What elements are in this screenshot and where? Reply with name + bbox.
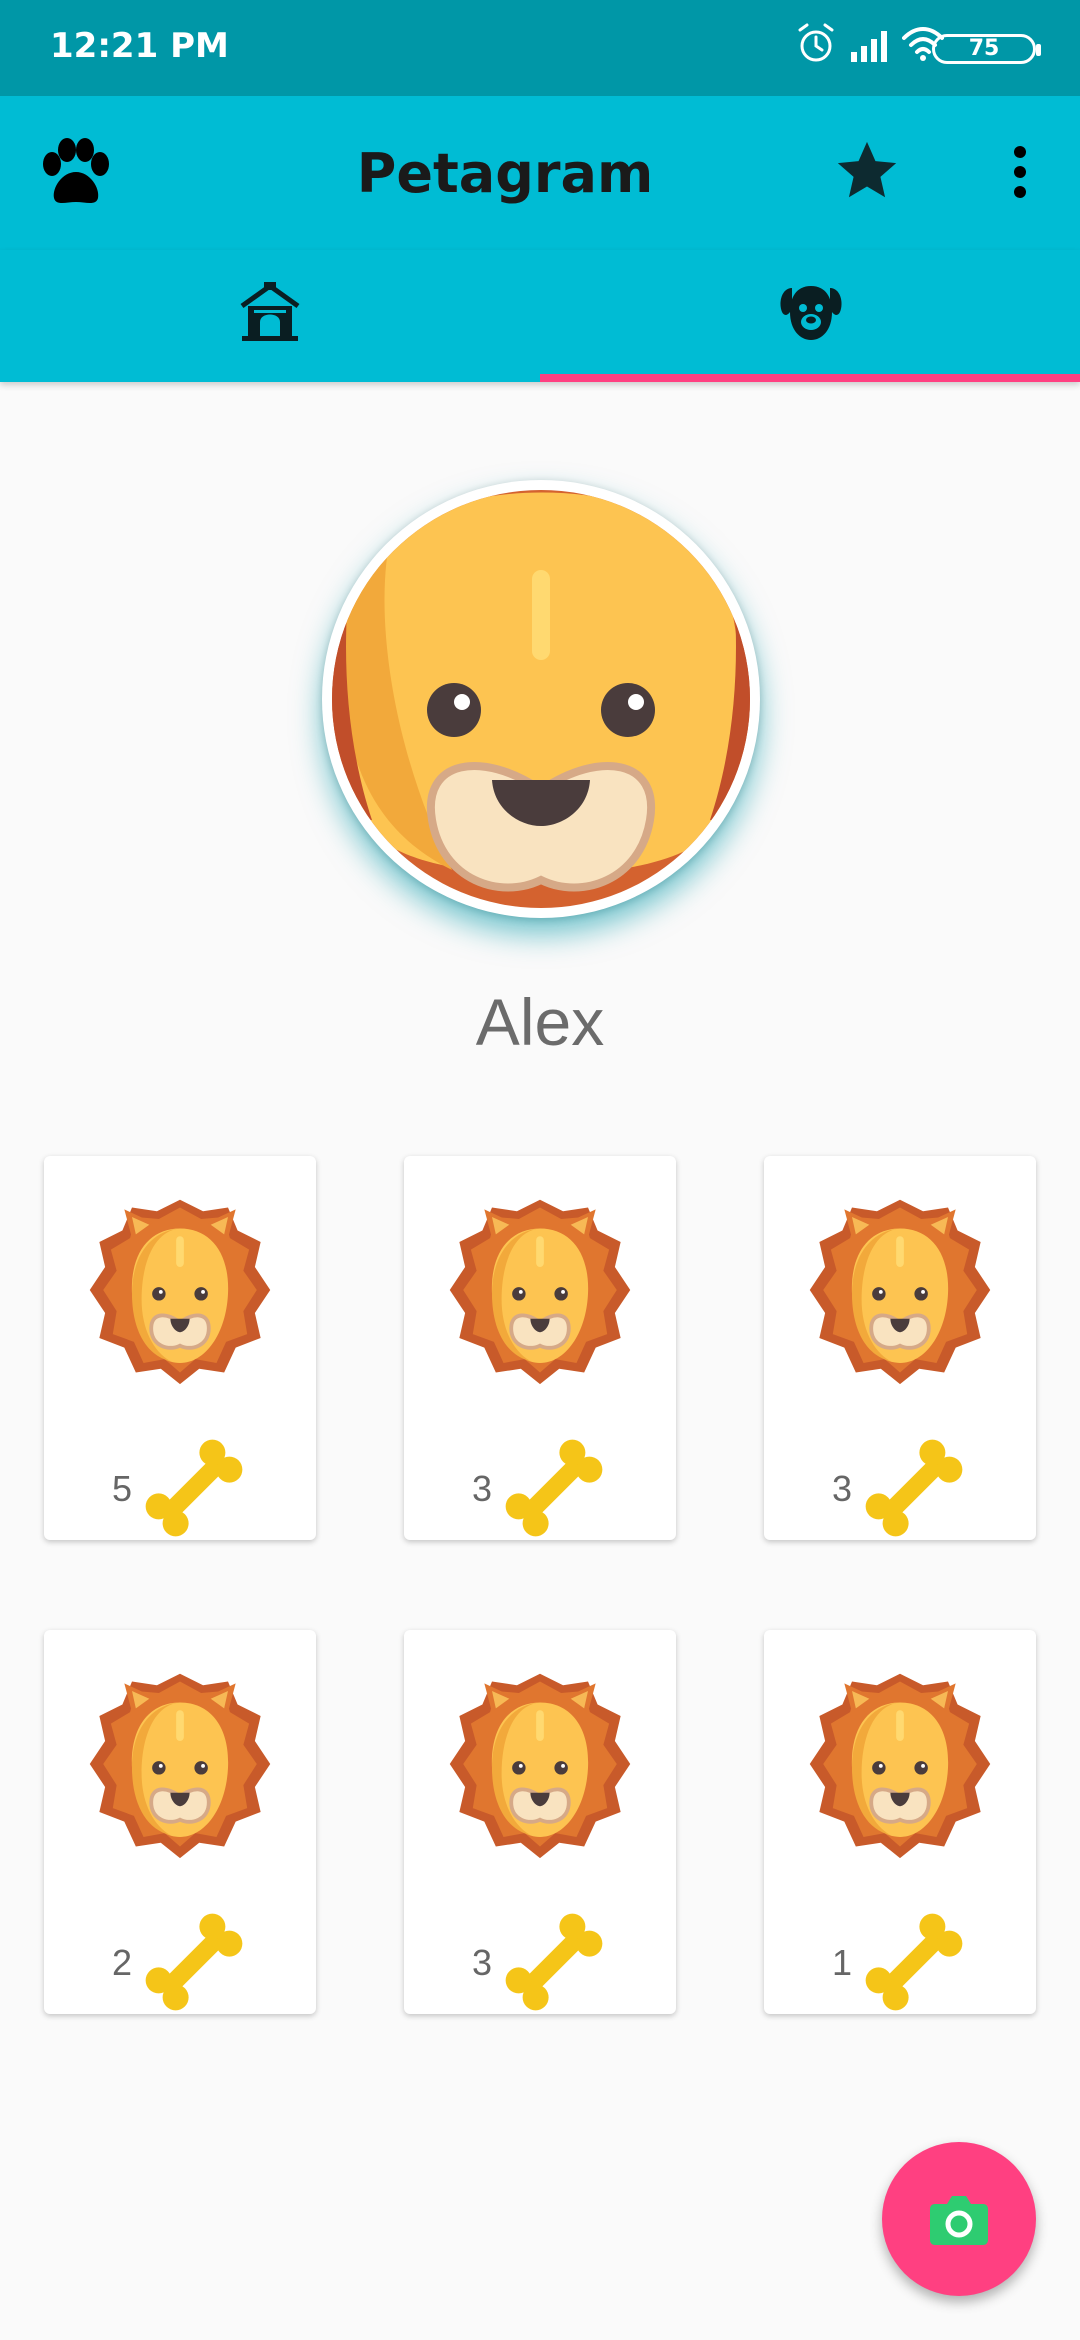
lion-icon <box>804 1668 996 1860</box>
lion-icon <box>444 1194 636 1386</box>
pet-house-icon <box>240 282 300 341</box>
photo-card[interactable]: 3 <box>404 1156 676 1540</box>
bone-icon <box>854 1428 974 1548</box>
tab-bar <box>0 250 1080 382</box>
lion-icon <box>444 1668 636 1860</box>
alarm-icon <box>798 23 834 62</box>
tab-dog-face[interactable] <box>540 250 1080 382</box>
lion-icon <box>84 1194 276 1386</box>
photo-card[interactable]: 1 <box>764 1630 1036 2014</box>
profile-name: Alex <box>475 985 605 1059</box>
camera-icon <box>930 2196 988 2245</box>
app-bar: Petagram <box>0 96 1080 250</box>
battery-icon: 75 <box>932 34 1041 64</box>
photo-card[interactable]: 2 <box>44 1630 316 2014</box>
status-time: 12:21 PM <box>50 26 229 66</box>
bone-icon <box>854 1902 974 2022</box>
bone-icon <box>134 1428 254 1548</box>
tab-indicator <box>540 374 1080 382</box>
bone-icon <box>494 1428 614 1548</box>
tab-pet-house[interactable] <box>0 250 540 382</box>
bone-icon <box>494 1902 614 2022</box>
camera-fab-button[interactable] <box>882 2142 1036 2296</box>
more-vert-icon[interactable] <box>1000 144 1040 200</box>
profile-avatar <box>322 480 760 918</box>
like-count: 3 <box>472 1468 493 1509</box>
bone-icon <box>134 1902 254 2022</box>
signal-icon <box>851 31 887 62</box>
like-count: 3 <box>472 1942 493 1983</box>
lion-icon <box>84 1668 276 1860</box>
status-bar: 12:21 PM 75 <box>0 0 1080 96</box>
dog-face-icon <box>780 286 842 340</box>
like-count: 3 <box>832 1468 853 1509</box>
like-count: 2 <box>112 1942 133 1983</box>
like-count: 1 <box>832 1942 853 1983</box>
photo-card[interactable]: 3 <box>404 1630 676 2014</box>
lion-icon <box>804 1194 996 1386</box>
status-icons: 75 <box>796 22 1041 74</box>
star-icon[interactable] <box>832 136 902 206</box>
photo-card[interactable]: 3 <box>764 1156 1036 1540</box>
photo-card[interactable]: 5 <box>44 1156 316 1540</box>
lion-avatar-image <box>332 490 750 908</box>
like-count: 5 <box>112 1468 133 1509</box>
